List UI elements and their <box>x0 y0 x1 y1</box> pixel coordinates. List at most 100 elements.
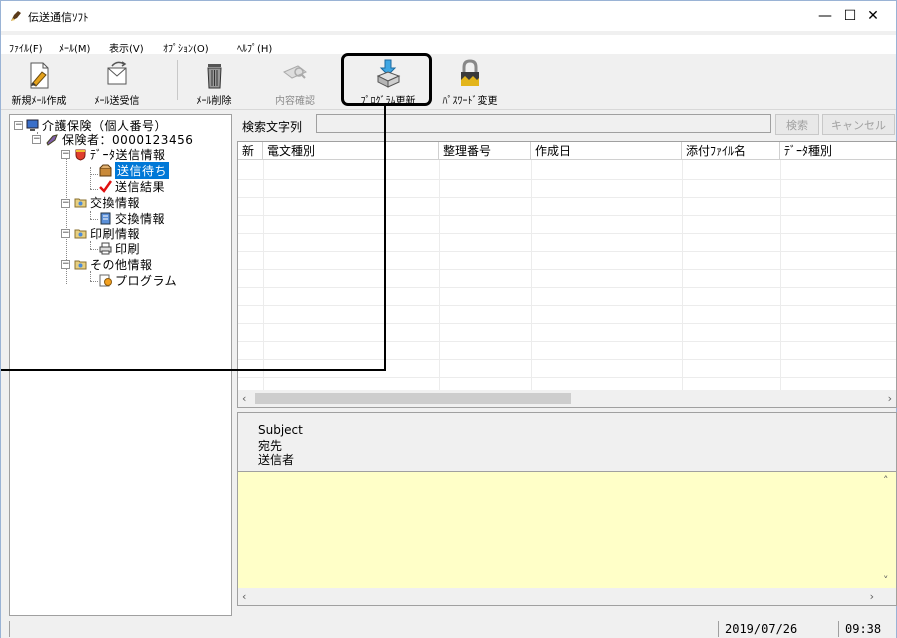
body-horizontal-scrollbar[interactable]: ‹ › <box>238 588 896 605</box>
folder-icon <box>74 198 87 208</box>
mail-body[interactable]: ˄ ˅ ‹ › <box>237 471 897 606</box>
scroll-down-icon[interactable]: ˅ <box>883 574 889 587</box>
window-title: 伝送通信ｿﾌﾄ <box>28 11 89 24</box>
password-change-label: ﾊﾟｽﾜｰﾄﾞ変更 <box>442 96 498 107</box>
tree-line <box>90 211 91 219</box>
list-header: 新 電文種別 整理番号 作成日 添付ﾌｧｲﾙ名 ﾃﾞｰﾀ種別 <box>238 142 896 160</box>
body-vertical-scrollbar[interactable]: ˄ ˅ <box>879 472 896 589</box>
tree-item-print[interactable]: 印刷情報 <box>74 226 140 241</box>
folder-icon <box>74 229 87 239</box>
tree-item-insurer[interactable]: 保険者：0000123456 <box>46 132 193 147</box>
trash-icon <box>207 64 222 89</box>
checkmark-icon <box>99 180 112 193</box>
close-button[interactable]: ✕ <box>850 1 896 31</box>
status-bar: 2019/07/26 09:38 <box>1 619 896 638</box>
app-window: 伝送通信ｿﾌﾄ — ☐ ✕ ﾌｧｲﾙ(F) ﾒｰﾙ(M) 表示(V) ｵﾌﾟｼｮ… <box>0 0 897 638</box>
menu-help[interactable]: ﾍﾙﾌﾟ(H) <box>237 40 272 55</box>
tree-label: 交換情報 <box>90 196 141 210</box>
collapse-toggle[interactable]: − <box>32 135 41 144</box>
tree-line <box>90 219 98 220</box>
scroll-left-icon[interactable]: ‹ <box>242 392 246 405</box>
grid-line <box>439 160 440 390</box>
new-mail-button[interactable]: 新規ﾒｰﾙ作成 <box>9 54 69 108</box>
new-mail-label: 新規ﾒｰﾙ作成 <box>11 96 67 107</box>
collapse-toggle[interactable]: − <box>61 229 70 238</box>
document-icon <box>100 212 111 225</box>
collapse-toggle[interactable]: − <box>61 260 70 269</box>
tree-line <box>90 189 98 190</box>
search-label: 検索文字列 <box>242 120 303 134</box>
tree-item-other[interactable]: その他情報 <box>74 257 153 272</box>
new-mail-icon <box>30 62 49 89</box>
tree-label: その他情報 <box>90 258 153 272</box>
tree-line <box>90 167 91 189</box>
status-message <box>9 621 709 637</box>
tree-label: プログラム <box>115 274 178 288</box>
grid-line <box>238 215 896 216</box>
shield-icon <box>75 149 86 161</box>
scroll-up-icon[interactable]: ˄ <box>883 474 889 487</box>
sender-label: 送信者 <box>258 453 295 467</box>
menu-mail[interactable]: ﾒｰﾙ(M) <box>59 40 90 55</box>
tree-item-waiting[interactable]: 送信待ち <box>99 162 170 179</box>
column-header-new[interactable]: 新 <box>238 142 263 160</box>
subject-label: Subject <box>258 423 303 437</box>
list-horizontal-scrollbar[interactable]: ‹ › <box>238 390 896 407</box>
scroll-left-icon[interactable]: ‹ <box>242 590 246 603</box>
tree-item-print-child[interactable]: 印刷 <box>99 241 140 256</box>
folder-tree: − 介護保険（個人番号） − 保険者：0000123456 − ﾃﾞｰﾀ送信情報… <box>9 114 232 616</box>
tree-label: 送信待ち <box>115 162 170 179</box>
computer-icon <box>26 119 39 131</box>
inspect-button: 内容確認 <box>267 54 323 108</box>
tree-label: 印刷 <box>115 242 141 256</box>
password-change-button[interactable]: ﾊﾟｽﾜｰﾄﾞ変更 <box>437 54 503 108</box>
column-header-type[interactable]: 電文種別 <box>263 142 439 160</box>
column-header-created[interactable]: 作成日 <box>531 142 682 160</box>
folder-pen-icon <box>46 134 58 146</box>
grid-line <box>238 359 896 360</box>
collapse-toggle[interactable]: − <box>61 150 70 159</box>
tree-item-exchange-child[interactable]: 交換情報 <box>99 211 165 226</box>
scroll-thumb[interactable] <box>255 393 571 404</box>
menu-options[interactable]: ｵﾌﾟｼｮﾝ(O) <box>163 40 209 55</box>
lock-icon <box>461 59 479 86</box>
grid-line <box>238 269 896 270</box>
inspect-icon <box>283 65 307 79</box>
tree-item-program[interactable]: プログラム <box>99 273 177 288</box>
tree-item-data-send[interactable]: ﾃﾞｰﾀ送信情報 <box>74 147 166 162</box>
close-icon: ✕ <box>867 8 879 24</box>
grid-line <box>238 251 896 252</box>
app-icon <box>11 11 21 21</box>
menu-file[interactable]: ﾌｧｲﾙ(F) <box>9 40 43 55</box>
tree-line <box>90 241 91 249</box>
scroll-right-icon[interactable]: › <box>870 590 874 603</box>
grid-line <box>531 160 532 390</box>
menu-view[interactable]: 表示(V) <box>109 40 144 55</box>
tree-item-result[interactable]: 送信結果 <box>99 179 165 194</box>
grid-line <box>238 377 896 378</box>
mail-list[interactable]: 新 電文種別 整理番号 作成日 添付ﾌｧｲﾙ名 ﾃﾞｰﾀ種別 ‹ › <box>237 141 897 408</box>
tree-item-exchange[interactable]: 交換情報 <box>74 195 140 210</box>
mail-header-panel: Subject 宛先 送信者 <box>237 412 897 473</box>
printer-icon <box>99 242 112 255</box>
collapse-toggle[interactable]: − <box>61 199 70 208</box>
collapse-toggle[interactable]: − <box>14 121 23 130</box>
package-icon <box>99 164 112 177</box>
grid-line <box>682 160 683 390</box>
column-header-ref-number[interactable]: 整理番号 <box>439 142 531 160</box>
send-receive-button[interactable]: ﾒｰﾙ送受信 <box>87 54 147 108</box>
scroll-right-icon[interactable]: › <box>888 392 892 405</box>
grid-line <box>263 160 264 390</box>
delete-mail-button[interactable]: ﾒｰﾙ削除 <box>189 54 239 108</box>
grid-line <box>238 179 896 180</box>
grid-line <box>238 233 896 234</box>
send-receive-icon <box>107 61 127 85</box>
column-header-attachment[interactable]: 添付ﾌｧｲﾙ名 <box>682 142 780 160</box>
send-receive-label: ﾒｰﾙ送受信 <box>94 96 140 107</box>
grid-line <box>238 305 896 306</box>
column-header-data-type[interactable]: ﾃﾞｰﾀ種別 <box>780 142 896 160</box>
tree-line <box>90 174 98 175</box>
cancel-button[interactable]: キャンセル <box>822 114 895 135</box>
inspect-label: 内容確認 <box>275 96 315 107</box>
search-button[interactable]: 検索 <box>775 114 819 135</box>
